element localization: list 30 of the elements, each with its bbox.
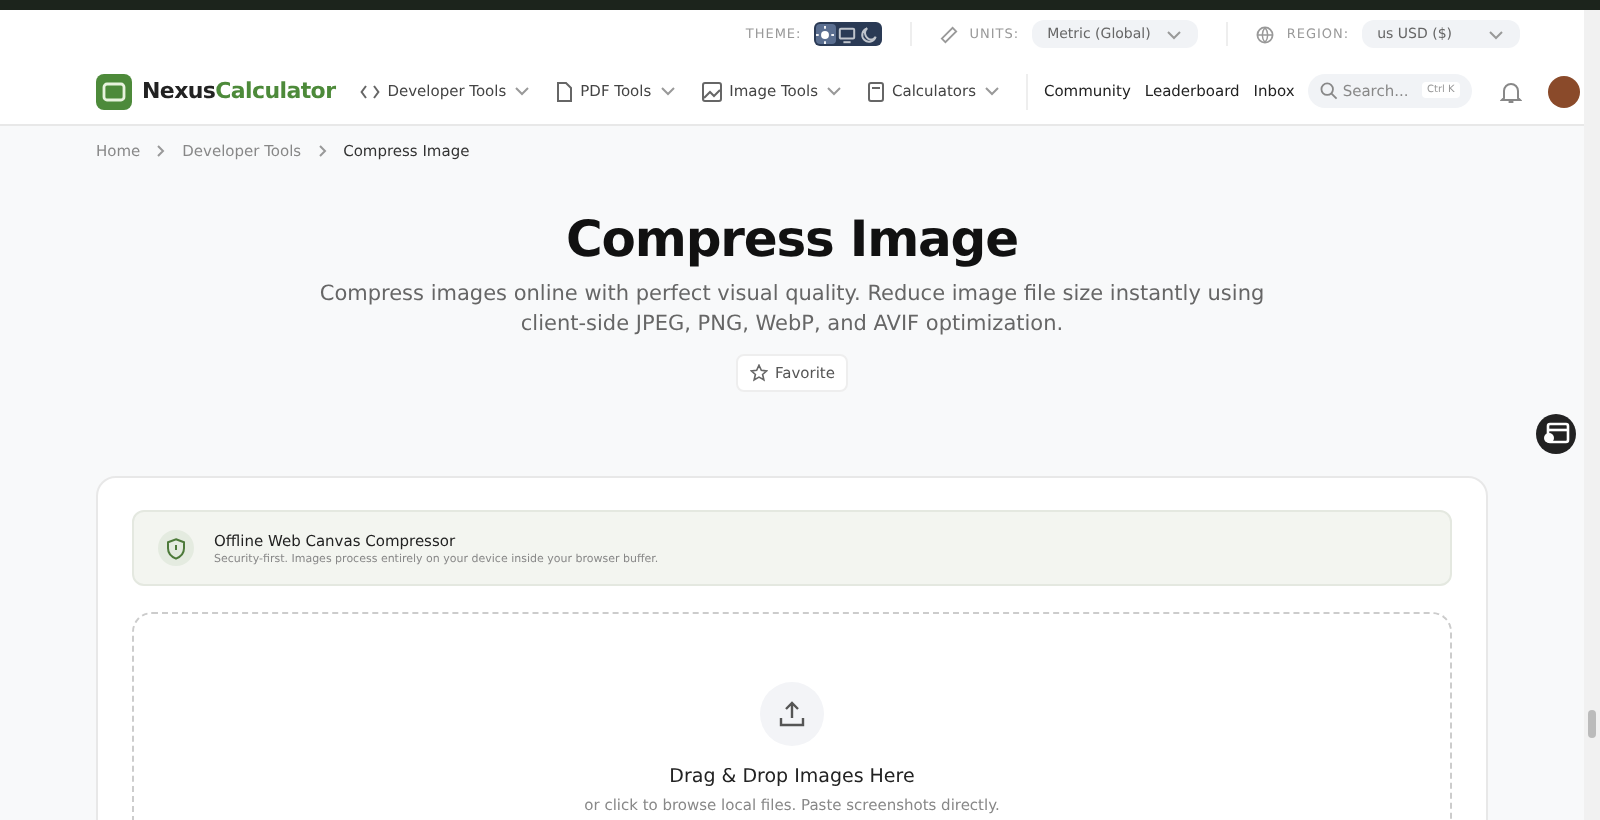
chevron-down-icon [514, 86, 531, 96]
drop-title: Drag & Drop Images Here [669, 766, 915, 788]
scrollbar[interactable] [1584, 10, 1600, 820]
chevron-down-icon [983, 86, 1000, 96]
avatar[interactable] [1548, 75, 1581, 107]
upload-icon [760, 682, 824, 746]
site-logo[interactable]: NexusCalculator [142, 78, 336, 104]
file-icon [556, 81, 573, 101]
notification-bell-icon[interactable] [1500, 79, 1523, 103]
chevron-icon [317, 144, 328, 158]
logo-icon [96, 73, 132, 109]
calculator-icon [867, 81, 884, 101]
page-title: Compress Image [566, 210, 1018, 268]
chevron-down-icon [659, 86, 676, 96]
ruler-icon [939, 25, 958, 43]
chevron-down-icon [1488, 29, 1504, 39]
page-subtitle: Compress images online with perfect visual quality. Reduce image file size instantly using client-side JPEG, PNG, WebP, and AVIF optimization. [317, 280, 1267, 340]
image-icon [701, 81, 722, 101]
chevron-down-icon [825, 86, 842, 96]
moon-theme-button[interactable] [859, 24, 880, 44]
chevron-down-icon [1166, 29, 1183, 39]
floating-widget-button[interactable] [1536, 414, 1576, 454]
shield-icon [158, 530, 194, 566]
sun-theme-button[interactable] [815, 24, 836, 44]
window-icon [1542, 422, 1570, 446]
globe-icon [1256, 25, 1275, 43]
monitor-theme-button[interactable] [837, 24, 858, 44]
code-icon [359, 83, 380, 99]
chevron-icon [156, 144, 167, 158]
star-icon [749, 364, 767, 382]
